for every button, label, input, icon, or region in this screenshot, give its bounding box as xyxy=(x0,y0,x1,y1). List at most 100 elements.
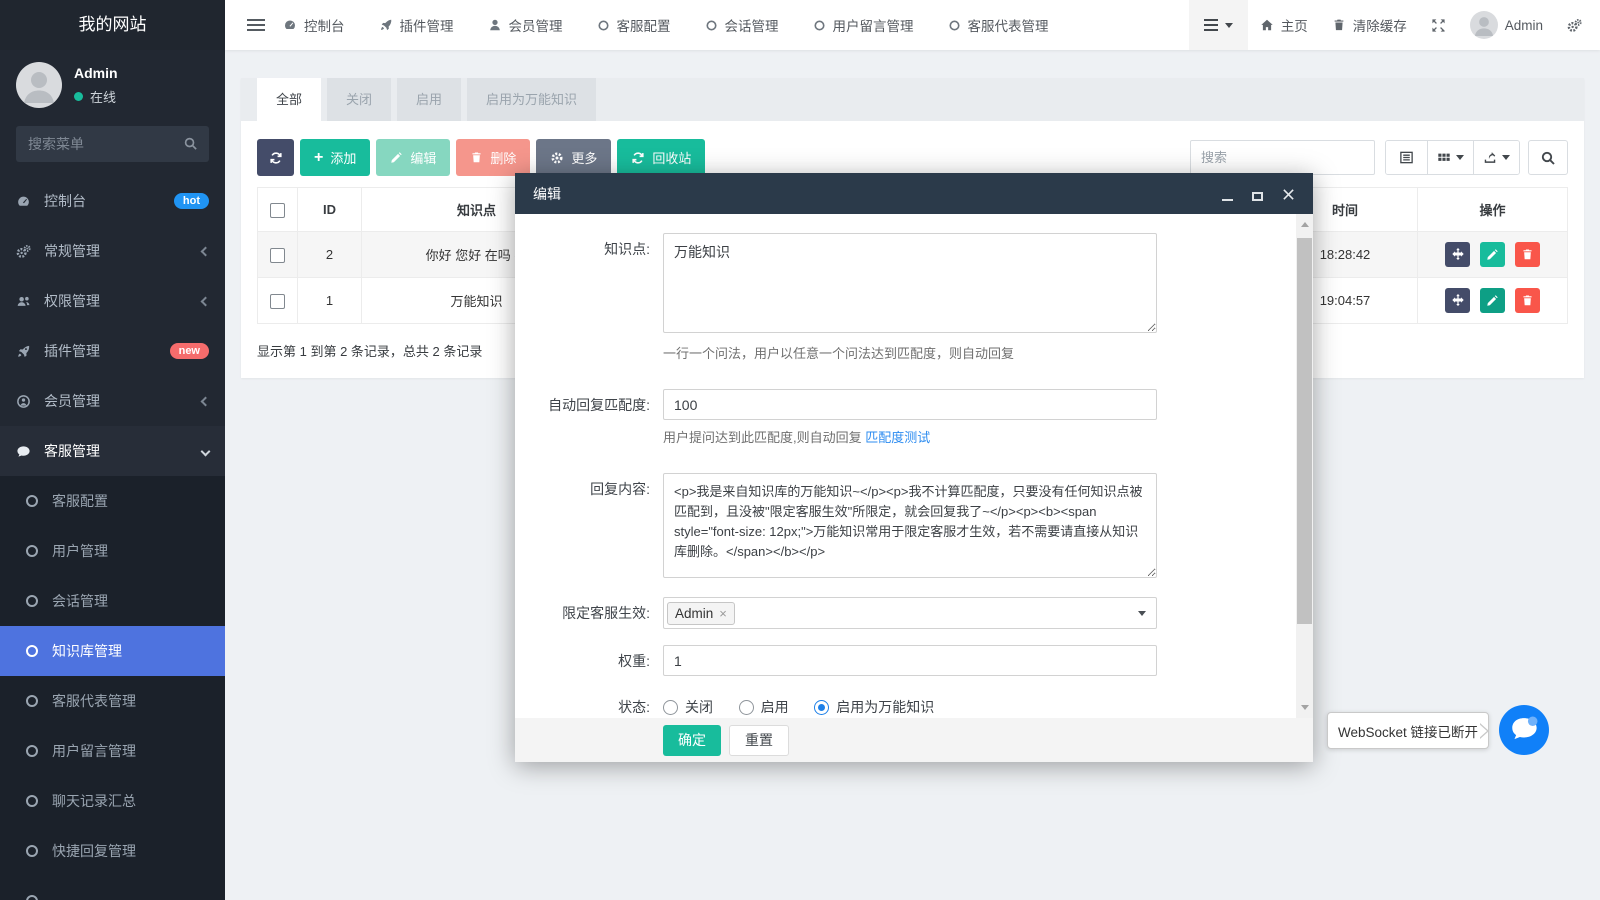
tab-closed[interactable]: 关闭 xyxy=(327,78,391,121)
sidebar-item-user-manage[interactable]: 用户管理 xyxy=(0,526,225,576)
field-label: 回复内容: xyxy=(515,473,663,499)
match-test-link[interactable]: 匹配度测试 xyxy=(865,430,930,445)
field-hint: 用户提问达到此匹配度,则自动回复 匹配度测试 xyxy=(663,427,1157,446)
sidebar-item-quick-reply[interactable]: 快捷回复管理 xyxy=(0,826,225,876)
websocket-tooltip: WebSocket 链接已断开 xyxy=(1327,712,1489,749)
maximize-icon[interactable] xyxy=(1252,187,1263,201)
delete-button[interactable]: 删除 xyxy=(456,139,530,176)
row-edit-button[interactable] xyxy=(1480,242,1505,267)
tab-all[interactable]: 全部 xyxy=(257,78,321,121)
cell-actions xyxy=(1418,278,1568,324)
match-degree-input[interactable] xyxy=(663,389,1157,420)
sidebar-item-service[interactable]: 客服管理 xyxy=(0,426,225,476)
scrollbar-thumb[interactable] xyxy=(1297,238,1312,624)
gauge-icon xyxy=(16,194,31,209)
limit-agent-select[interactable]: Admin xyxy=(663,597,1157,629)
tab-universal[interactable]: 启用为万能知识 xyxy=(467,78,596,121)
sidebar-item-addons[interactable]: 插件管理 new xyxy=(0,326,225,376)
field-label: 状态: xyxy=(515,697,663,717)
sidebar-item-partial[interactable] xyxy=(0,876,225,900)
drag-row-button[interactable] xyxy=(1445,288,1470,313)
dialog-title: 编辑 xyxy=(533,184,561,204)
clear-cache-button[interactable]: 清除缓存 xyxy=(1320,0,1419,50)
sidebar-item-general[interactable]: 常规管理 xyxy=(0,226,225,276)
settings-button[interactable] xyxy=(1555,0,1600,50)
radio-enabled[interactable]: 启用 xyxy=(739,697,789,717)
row-delete-button[interactable] xyxy=(1515,242,1540,267)
reply-content-textarea[interactable]: <p>我是来自知识库的万能知识~</p><p>我不计算匹配度，只要没有任何知识点… xyxy=(663,473,1157,578)
recycle-bin-button[interactable]: 回收站 xyxy=(617,139,705,176)
sidebar-item-knowledge-base[interactable]: 知识库管理 xyxy=(0,626,225,676)
nav-tab-addons[interactable]: 插件管理 xyxy=(379,15,454,35)
columns-dropdown-button[interactable] xyxy=(1428,141,1474,174)
edit-button[interactable]: 编辑 xyxy=(376,139,450,176)
row-checkbox[interactable] xyxy=(270,248,285,263)
user-menu[interactable]: Admin xyxy=(1458,0,1555,50)
reset-button[interactable]: 重置 xyxy=(729,725,789,756)
sidebar-item-agent-manage[interactable]: 客服代表管理 xyxy=(0,676,225,726)
more-button[interactable]: 更多 xyxy=(536,139,611,176)
refresh-button[interactable] xyxy=(257,139,294,176)
radio-universal[interactable]: 启用为万能知识 xyxy=(814,697,934,717)
tab-enabled[interactable]: 启用 xyxy=(397,78,461,121)
nav-tab-members[interactable]: 会员管理 xyxy=(488,15,563,35)
nav-tab-service-config[interactable]: 客服配置 xyxy=(597,15,671,35)
sidebar-item-auth[interactable]: 权限管理 xyxy=(0,276,225,326)
export-dropdown-button[interactable] xyxy=(1474,141,1519,174)
table-search-input[interactable] xyxy=(1190,140,1375,175)
site-brand[interactable]: 我的网站 xyxy=(0,0,225,50)
scroll-up-button[interactable] xyxy=(1296,216,1313,232)
top-navbar: 控制台 插件管理 会员管理 客服配置 会话管理 用户留言管理 客服代表管理 主页 xyxy=(225,0,1600,50)
drag-row-button[interactable] xyxy=(1445,242,1470,267)
field-hint: 一行一个问法，用户以任意一个问法达到匹配度，则自动回复 xyxy=(663,343,1157,362)
sidebar-item-members[interactable]: 会员管理 xyxy=(0,376,225,426)
row-checkbox[interactable] xyxy=(270,294,285,309)
detail-view-button[interactable] xyxy=(1386,141,1428,174)
dialog-header[interactable]: 编辑 xyxy=(515,173,1313,214)
knowledge-textarea[interactable]: 万能知识 xyxy=(663,233,1157,333)
circle-icon xyxy=(26,495,38,507)
fullscreen-button[interactable] xyxy=(1419,0,1458,50)
hot-badge: hot xyxy=(174,193,209,209)
nav-tab-dashboard[interactable]: 控制台 xyxy=(283,15,345,35)
home-button[interactable]: 主页 xyxy=(1248,0,1320,50)
scroll-down-button[interactable] xyxy=(1296,700,1313,716)
circle-icon xyxy=(26,795,38,807)
remove-tag-icon[interactable] xyxy=(719,607,727,620)
sidebar-item-chat-logs[interactable]: 聊天记录汇总 xyxy=(0,776,225,826)
minimize-icon[interactable] xyxy=(1222,187,1233,201)
sidebar-item-message-manage[interactable]: 用户留言管理 xyxy=(0,726,225,776)
sidebar-search-input[interactable] xyxy=(16,126,209,162)
chat-bubble-icon xyxy=(1502,708,1546,752)
circle-icon xyxy=(813,19,826,32)
circle-icon xyxy=(597,19,610,32)
sidebar-user-name: Admin xyxy=(74,65,118,81)
user-icon xyxy=(488,18,502,32)
close-icon[interactable] xyxy=(1282,187,1295,201)
nav-tab-agent-manage[interactable]: 客服代表管理 xyxy=(948,15,1049,35)
select-all-checkbox[interactable] xyxy=(270,203,285,218)
pencil-icon xyxy=(390,151,403,164)
radio-checked-icon xyxy=(814,700,829,715)
sidebar-item-dashboard[interactable]: 控制台 hot xyxy=(0,176,225,226)
tabs-list-dropdown-button[interactable] xyxy=(1189,0,1248,50)
chat-launcher-button[interactable] xyxy=(1499,705,1549,755)
confirm-button[interactable]: 确定 xyxy=(663,725,721,756)
add-button[interactable]: + 添加 xyxy=(300,139,370,176)
nav-tab-session-manage[interactable]: 会话管理 xyxy=(705,15,779,35)
circle-icon xyxy=(948,19,961,32)
weight-input[interactable] xyxy=(663,645,1157,676)
nav-tab-message-manage[interactable]: 用户留言管理 xyxy=(813,15,914,35)
row-edit-button[interactable] xyxy=(1480,288,1505,313)
search-submit-button[interactable] xyxy=(1528,140,1568,175)
sidebar-item-session-manage[interactable]: 会话管理 xyxy=(0,576,225,626)
sidebar-item-service-config[interactable]: 客服配置 xyxy=(0,476,225,526)
home-icon xyxy=(1260,18,1274,32)
avatar xyxy=(1470,11,1498,39)
gauge-icon xyxy=(283,18,297,32)
col-header-id[interactable]: ID xyxy=(298,188,362,232)
sidebar: 我的网站 Admin 在线 控制台 hot 常规管理 xyxy=(0,0,225,900)
row-delete-button[interactable] xyxy=(1515,288,1540,313)
radio-closed[interactable]: 关闭 xyxy=(663,697,713,717)
menu-toggle-button[interactable] xyxy=(247,16,265,34)
